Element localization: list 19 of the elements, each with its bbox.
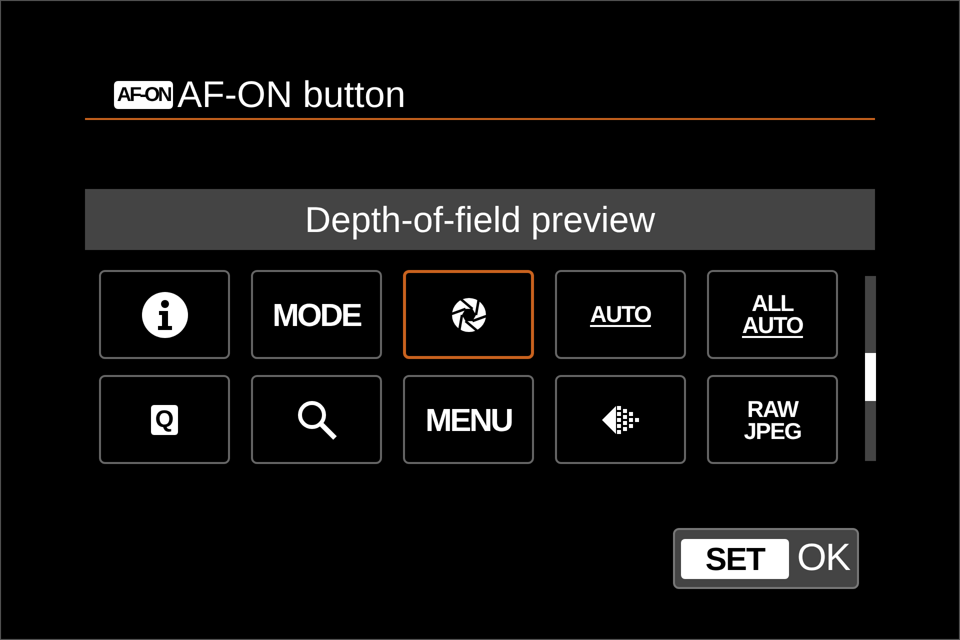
screen-title: AF-ON button bbox=[177, 72, 406, 116]
function-option[interactable]: RAW JPEG bbox=[707, 375, 838, 464]
scroll-thumb[interactable] bbox=[865, 353, 876, 401]
function-option[interactable]: Q bbox=[99, 375, 230, 464]
function-option[interactable]: AUTO bbox=[555, 270, 686, 359]
function-option[interactable] bbox=[251, 375, 382, 464]
info-icon bbox=[142, 292, 188, 338]
button-badge: AF-ON bbox=[114, 80, 174, 108]
set-key-label: SET bbox=[681, 538, 789, 578]
function-option[interactable] bbox=[555, 375, 686, 464]
function-name-banner: Depth-of-field preview bbox=[85, 189, 875, 250]
function-option[interactable] bbox=[99, 270, 230, 359]
scroll-bar[interactable] bbox=[865, 276, 876, 461]
function-option[interactable]: MODE bbox=[251, 270, 382, 359]
function-option[interactable]: MENU bbox=[403, 375, 534, 464]
aperture-icon bbox=[450, 296, 486, 332]
set-ok-button[interactable]: SET OK bbox=[673, 528, 859, 589]
function-option[interactable]: ALL AUTO bbox=[707, 270, 838, 359]
function-option[interactable] bbox=[403, 270, 534, 359]
